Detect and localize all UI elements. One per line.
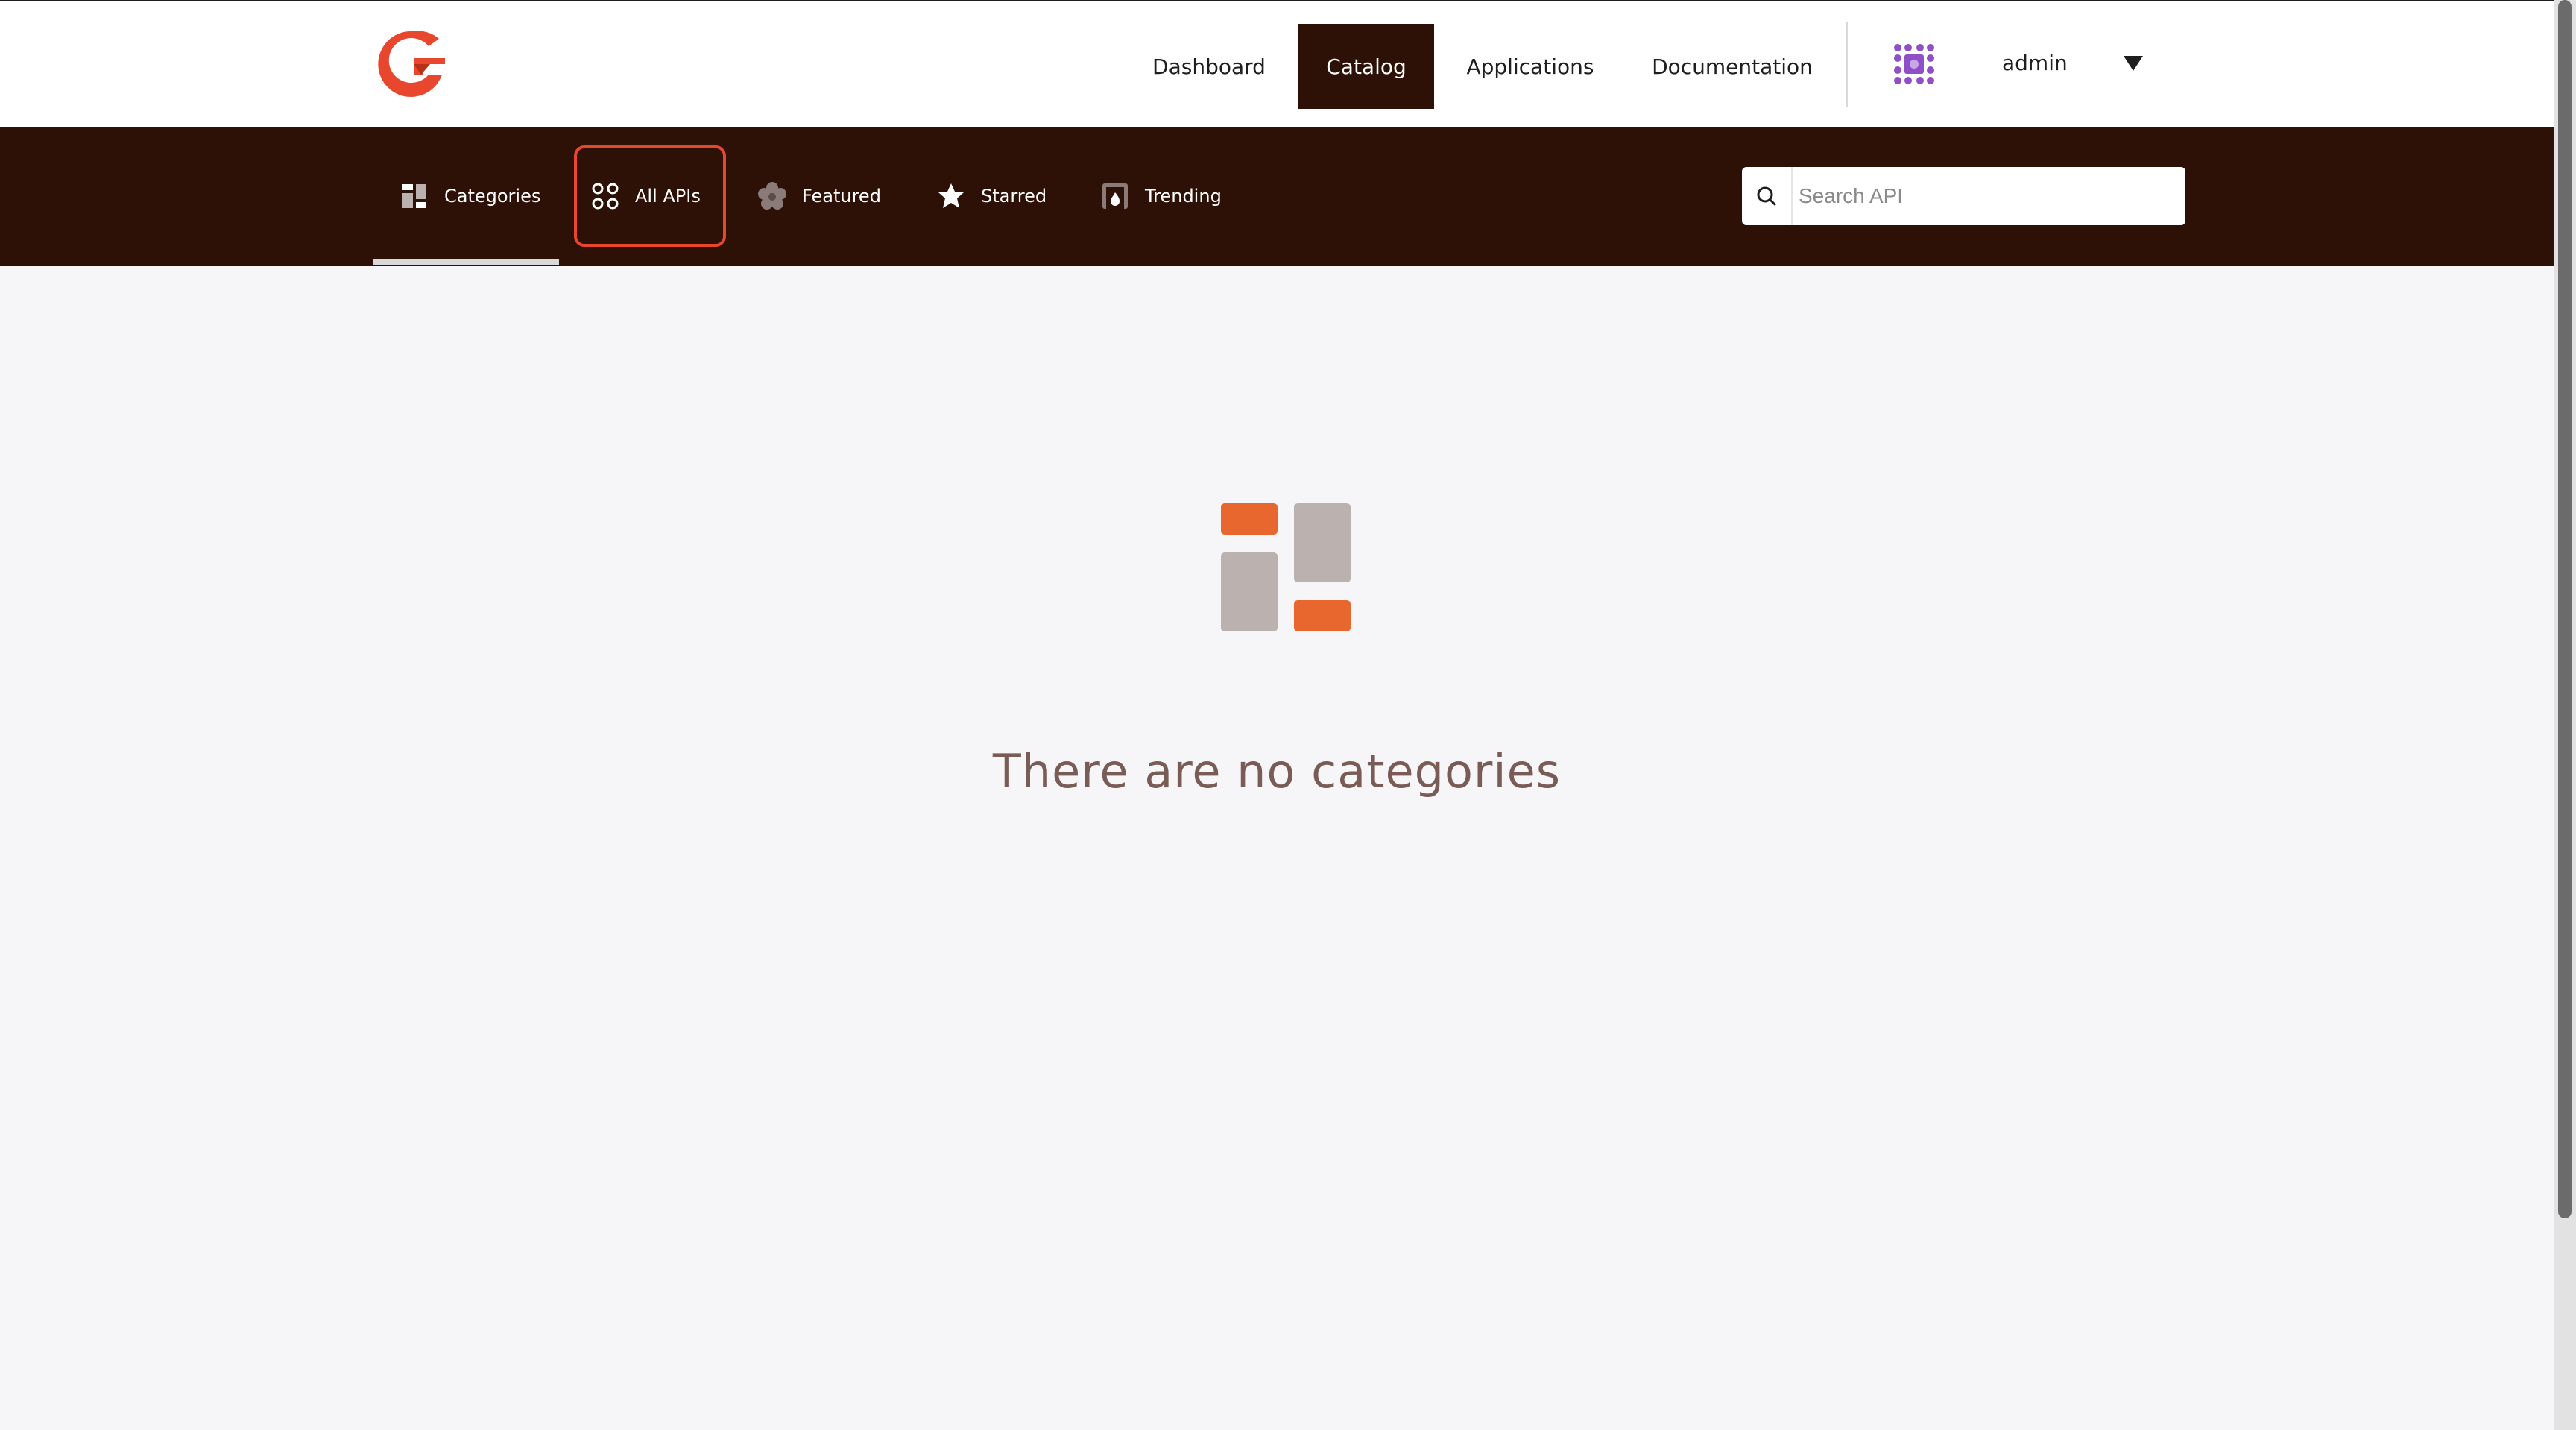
featured-icon	[757, 181, 787, 211]
search-box[interactable]	[1742, 167, 2185, 225]
categories-icon	[400, 181, 429, 211]
subnav-categories-label: Categories	[444, 186, 541, 207]
top-header: Dashboard Catalog Applications Documenta…	[0, 0, 2554, 127]
empty-state-message: There are no categories	[992, 744, 1562, 799]
page: Dashboard Catalog Applications Documenta…	[0, 0, 2576, 1430]
subnav-featured-label: Featured	[802, 186, 881, 207]
identicon-avatar-icon[interactable]	[1892, 42, 1936, 86]
trending-icon	[1100, 181, 1130, 211]
subnav-categories[interactable]: Categories	[400, 145, 540, 247]
scrollbar-thumb[interactable]	[2558, 0, 2572, 1218]
nav-catalog[interactable]: Catalog	[1298, 24, 1434, 109]
nav-dashboard[interactable]: Dashboard	[1134, 24, 1284, 109]
subnav-all-apis-label: All APIs	[635, 186, 701, 207]
user-menu-caret-icon[interactable]	[2124, 56, 2143, 71]
all-apis-icon	[590, 181, 620, 211]
user-name[interactable]: admin	[2002, 51, 2068, 75]
subnav-all-apis[interactable]: All APIs	[574, 145, 726, 247]
nav-applications[interactable]: Applications	[1449, 24, 1611, 109]
search-input[interactable]	[1793, 167, 2185, 225]
active-tab-indicator	[373, 259, 559, 265]
subnav-featured[interactable]: Featured	[757, 145, 881, 247]
header-divider	[1846, 22, 1848, 107]
subnav-starred[interactable]: Starred	[936, 145, 1046, 247]
subnav-trending[interactable]: Trending	[1100, 145, 1222, 247]
subnav-starred-label: Starred	[981, 186, 1047, 207]
catalog-subnav: Categories All APIs Featured Starred Tre…	[0, 127, 2554, 266]
nav-documentation[interactable]: Documentation	[1626, 24, 1838, 109]
categories-illustration-icon	[1221, 503, 1351, 631]
star-icon	[936, 181, 966, 211]
subnav-trending-label: Trending	[1145, 186, 1222, 207]
gravitee-logo[interactable]	[376, 28, 448, 100]
search-icon[interactable]	[1742, 167, 1793, 225]
